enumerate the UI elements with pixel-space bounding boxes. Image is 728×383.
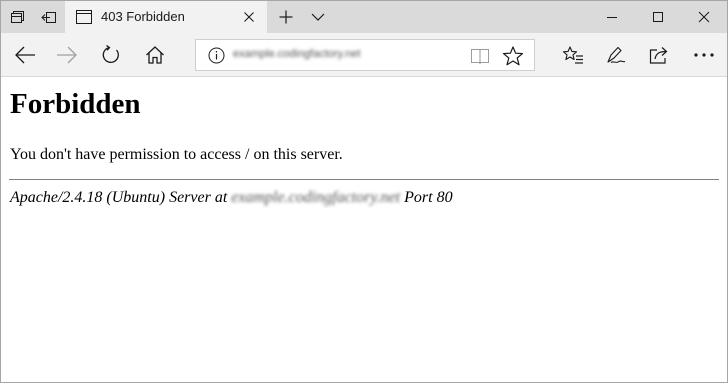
server-signature: Apache/2.4.18 (Ubuntu) Server at example… bbox=[10, 189, 453, 207]
page-heading: Forbidden bbox=[10, 88, 141, 120]
divider bbox=[9, 179, 719, 180]
pen-icon bbox=[607, 46, 626, 63]
new-tab-button[interactable] bbox=[271, 1, 301, 33]
tab-list-button[interactable] bbox=[303, 1, 333, 33]
navigation-bar: example.codingfactory.net bbox=[1, 33, 727, 77]
signature-suffix: Port 80 bbox=[404, 189, 453, 206]
hub-icon bbox=[562, 46, 583, 64]
browser-window: 403 Forbidden example.codingfactory.net … bbox=[0, 0, 728, 383]
title-bar: 403 Forbidden bbox=[1, 1, 727, 33]
signature-prefix: Apache/2.4.18 (Ubuntu) Server at bbox=[10, 189, 228, 206]
home-button[interactable] bbox=[135, 39, 175, 71]
minimize-icon bbox=[607, 17, 617, 18]
page-content: Forbidden You don't have permission to a… bbox=[1, 78, 727, 382]
close-icon bbox=[698, 11, 710, 23]
address-bar[interactable]: example.codingfactory.net bbox=[195, 39, 535, 71]
forward-button[interactable] bbox=[47, 39, 87, 71]
tab-active[interactable]: 403 Forbidden bbox=[65, 1, 267, 33]
close-window-button[interactable] bbox=[681, 1, 727, 33]
error-message: You don't have permission to access / on… bbox=[10, 146, 343, 163]
close-icon[interactable] bbox=[241, 9, 257, 25]
tab-title: 403 Forbidden bbox=[101, 9, 185, 24]
plus-icon bbox=[279, 10, 293, 24]
signature-host: example.codingfactory.net bbox=[231, 189, 401, 206]
chevron-down-icon bbox=[311, 13, 325, 21]
more-icon bbox=[694, 53, 714, 57]
back-button[interactable] bbox=[5, 39, 45, 71]
set-aside-tabs-button[interactable] bbox=[1, 1, 33, 33]
star-icon[interactable] bbox=[502, 46, 524, 66]
tabs-set-aside-icon bbox=[11, 11, 24, 23]
share-icon bbox=[649, 47, 668, 64]
more-button[interactable] bbox=[684, 39, 724, 71]
maximize-icon bbox=[653, 12, 663, 22]
info-icon[interactable] bbox=[208, 47, 225, 64]
share-button[interactable] bbox=[639, 39, 679, 71]
address-url[interactable]: example.codingfactory.net bbox=[233, 48, 361, 60]
minimize-button[interactable] bbox=[589, 1, 635, 33]
favorites-hub-button[interactable] bbox=[553, 39, 593, 71]
forward-arrow-icon bbox=[57, 46, 77, 64]
back-arrow-icon bbox=[15, 46, 35, 64]
notes-button[interactable] bbox=[596, 39, 636, 71]
tabs-restore-icon bbox=[41, 12, 56, 23]
book-icon[interactable] bbox=[470, 47, 490, 65]
refresh-button[interactable] bbox=[91, 39, 131, 71]
refresh-icon bbox=[102, 45, 119, 64]
restore-tabs-button[interactable] bbox=[33, 1, 65, 33]
home-icon bbox=[146, 46, 164, 64]
maximize-button[interactable] bbox=[635, 1, 681, 33]
page-icon bbox=[76, 10, 92, 24]
